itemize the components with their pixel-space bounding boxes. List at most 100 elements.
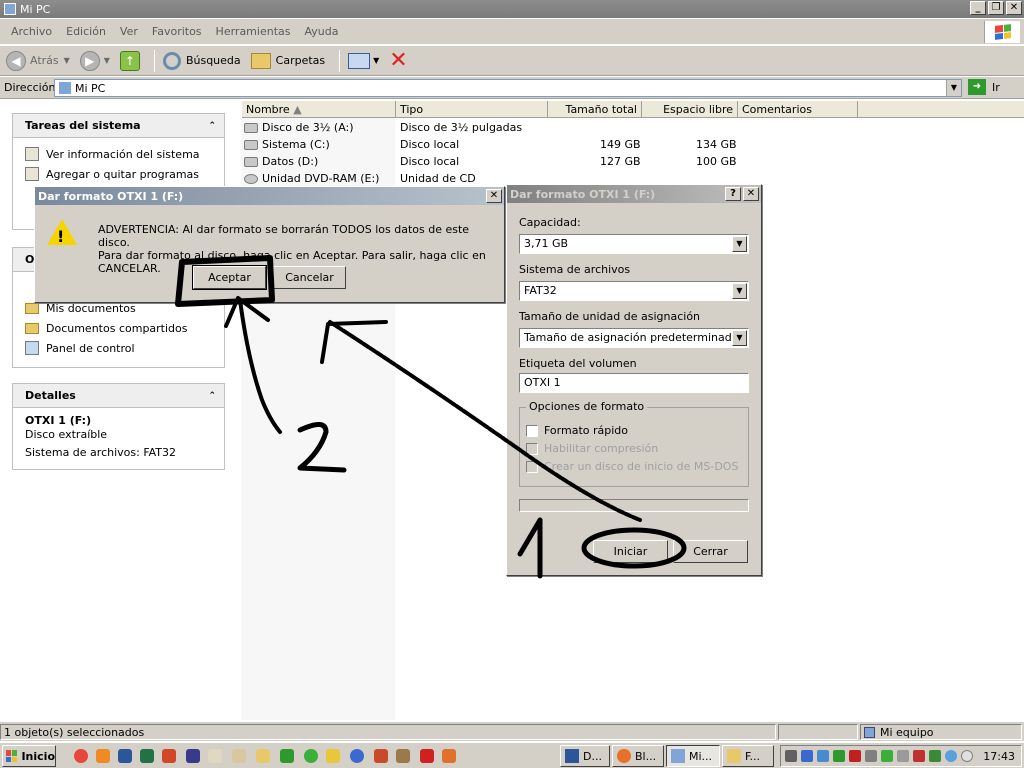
collapse-chevron-icon[interactable]: ⌃ xyxy=(208,121,216,131)
headphones-icon[interactable] xyxy=(186,749,200,763)
start-button[interactable]: Inicio xyxy=(2,745,56,767)
format-close-x-button[interactable]: ✕ xyxy=(743,187,759,201)
back-button[interactable]: ◀ Atrás ▼ xyxy=(4,48,72,74)
word-icon[interactable] xyxy=(118,749,132,763)
clock[interactable]: 17:43 xyxy=(983,750,1015,763)
close-format-button[interactable]: Cerrar xyxy=(673,540,748,563)
filesystem-label: Sistema de archivos xyxy=(519,263,631,276)
accept-button[interactable]: Aceptar xyxy=(192,265,267,290)
clock-app-icon[interactable] xyxy=(961,750,973,762)
nvidia-icon[interactable] xyxy=(833,750,845,762)
menu-bar: Archivo Edición Ver Favoritos Herramient… xyxy=(0,19,1024,45)
taskbar-button-mipc[interactable]: Mi... xyxy=(666,745,720,767)
drive-free: 100 GB xyxy=(696,155,737,168)
volume-label: Etiqueta del volumen xyxy=(519,357,637,370)
cancel-button[interactable]: Cancelar xyxy=(273,266,346,289)
acrobat-icon[interactable] xyxy=(420,749,434,763)
brush-icon[interactable] xyxy=(396,749,410,763)
quick-format-label: Formato rápido xyxy=(544,424,629,437)
excel-icon[interactable] xyxy=(140,749,154,763)
globe-icon[interactable] xyxy=(350,749,364,763)
up-folder-button[interactable]: ↑ xyxy=(118,48,142,74)
help-button[interactable]: ? xyxy=(725,187,741,201)
spotify-icon[interactable] xyxy=(304,749,318,763)
volume-label-input[interactable]: OTXI 1 xyxy=(519,373,749,393)
maximize-button[interactable]: ❐ xyxy=(988,1,1004,15)
minimize-button[interactable]: _ xyxy=(970,1,986,15)
taskbar-button-format[interactable]: F... xyxy=(722,745,774,767)
app-icon[interactable] xyxy=(374,749,388,763)
update-icon[interactable] xyxy=(881,750,893,762)
capacity-select[interactable]: 3,71 GB ▼ xyxy=(519,234,749,254)
quick-format-checkbox[interactable]: Formato rápido xyxy=(526,424,628,437)
drive-type: Disco de 3½ pulgadas xyxy=(400,121,523,134)
place-control-panel[interactable]: Panel de control xyxy=(25,338,214,358)
chevron-down-icon[interactable]: ▼ xyxy=(732,283,747,299)
drive-row-a[interactable]: Disco de 3½ (A:) Disco de 3½ pulgadas xyxy=(244,119,744,136)
vlc-icon[interactable] xyxy=(96,749,110,763)
antivirus-icon[interactable] xyxy=(849,750,861,762)
usb-icon[interactable] xyxy=(817,750,829,762)
taskbar-button-firefox[interactable]: Bl... xyxy=(612,745,664,767)
views-button[interactable]: ▼ xyxy=(346,48,381,74)
folder-icon[interactable] xyxy=(256,749,270,763)
paint-icon[interactable] xyxy=(326,749,340,763)
menu-favoritos[interactable]: Favoritos xyxy=(145,25,209,38)
search-button[interactable]: Búsqueda xyxy=(161,48,243,74)
task-view-system-info[interactable]: Ver información del sistema xyxy=(25,144,214,164)
menu-ayuda[interactable]: Ayuda xyxy=(297,25,345,38)
checkbox-box[interactable] xyxy=(526,424,538,437)
folders-button[interactable]: Carpetas xyxy=(249,48,327,74)
tool-icon[interactable] xyxy=(280,749,294,763)
start-format-button[interactable]: Iniciar xyxy=(593,540,668,563)
wifi-icon[interactable] xyxy=(801,750,813,762)
task-add-remove-programs[interactable]: Agregar o quitar programas xyxy=(25,164,214,184)
volume-icon[interactable] xyxy=(913,750,925,762)
place-shared-documents[interactable]: Documentos compartidos xyxy=(25,318,214,338)
collapse-chevron-icon[interactable]: ⌃ xyxy=(208,391,216,401)
col-comentarios[interactable]: Comentarios xyxy=(738,101,858,118)
details-header[interactable]: Detalles ⌃ xyxy=(13,384,224,408)
chrome-icon[interactable] xyxy=(74,749,88,763)
menu-ver[interactable]: Ver xyxy=(113,25,145,38)
address-dropdown-icon[interactable]: ▼ xyxy=(946,80,961,96)
documents-icon[interactable] xyxy=(232,749,246,763)
chevron-down-icon[interactable]: ▼ xyxy=(732,236,747,252)
taskbar-button-word[interactable]: D... xyxy=(560,745,610,767)
picasa-icon[interactable] xyxy=(442,749,456,763)
confirm-close-button[interactable]: ✕ xyxy=(486,189,502,203)
window-titlebar[interactable]: Mi PC _ ❐ ✕ xyxy=(0,0,1024,18)
drive-total: 149 GB xyxy=(600,138,641,151)
delete-x-icon: ✕ xyxy=(389,47,408,73)
msdos-label: Crear un disco de inicio de MS-DOS xyxy=(544,460,739,473)
format-dialog-titlebar[interactable]: Dar formato OTXI 1 (F:) ? ✕ xyxy=(507,185,761,203)
powerpoint-icon[interactable] xyxy=(162,749,176,763)
tray-app-icon[interactable] xyxy=(929,750,941,762)
network-icon[interactable] xyxy=(785,750,797,762)
forward-button[interactable]: ▶ ▼ xyxy=(78,48,112,74)
confirm-dialog-titlebar[interactable]: Dar formato OTXI 1 (F:) ✕ xyxy=(35,187,504,205)
chevron-down-icon[interactable]: ▼ xyxy=(732,330,747,346)
settings-icon[interactable] xyxy=(865,750,877,762)
col-libre[interactable]: Espacio libre xyxy=(642,101,738,118)
menu-edicion[interactable]: Edición xyxy=(59,25,113,38)
menu-herramientas[interactable]: Herramientas xyxy=(209,25,298,38)
notepad-icon[interactable] xyxy=(208,749,222,763)
filesystem-select[interactable]: FAT32 ▼ xyxy=(519,281,749,301)
printer-icon[interactable] xyxy=(897,750,909,762)
col-nombre[interactable]: Nombre ▲ xyxy=(242,101,396,118)
folders-icon xyxy=(250,52,271,69)
allocation-select[interactable]: Tamaño de asignación predeterminado ▼ xyxy=(519,328,749,348)
messenger-icon[interactable] xyxy=(945,750,957,762)
system-tasks-header[interactable]: Tareas del sistema ⌃ xyxy=(13,114,224,138)
col-tipo[interactable]: Tipo xyxy=(396,101,548,118)
menu-archivo[interactable]: Archivo xyxy=(4,25,59,38)
chevron-down-icon: ▼ xyxy=(373,56,380,65)
delete-button[interactable]: ✕ xyxy=(387,48,409,74)
drive-row-c[interactable]: Sistema (C:) Disco local 149 GB 134 GB xyxy=(244,136,744,153)
close-button[interactable]: ✕ xyxy=(1006,1,1022,15)
go-button[interactable]: ➜ Ir xyxy=(968,79,1000,95)
col-tamano[interactable]: Tamaño total xyxy=(548,101,642,118)
drive-row-d[interactable]: Datos (D:) Disco local 127 GB 100 GB xyxy=(244,153,744,170)
address-input[interactable]: Mi PC ▼ xyxy=(54,79,962,97)
